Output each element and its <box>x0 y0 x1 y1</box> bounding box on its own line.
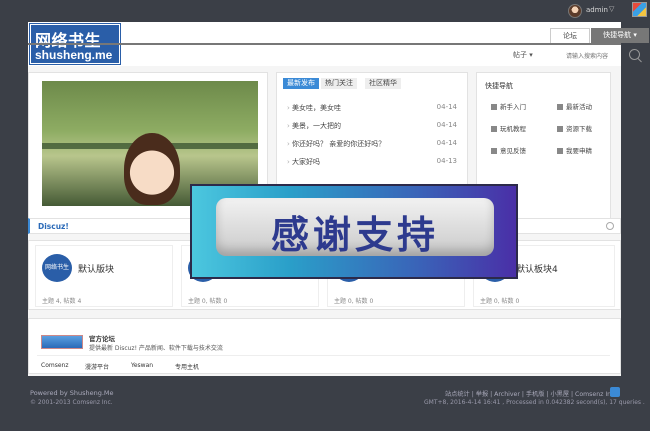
list-item[interactable]: › 美景，一大把的 04-14 <box>287 121 457 133</box>
news-date: 04-13 <box>436 157 457 165</box>
flag-icon <box>557 104 563 110</box>
quick-link-feedback[interactable]: 意见反馈 <box>491 145 526 155</box>
list-item[interactable]: › 你还好吗？ 亲爱的你还好吗？ 04-14 <box>287 139 457 151</box>
forum-stats: 主题 0, 帖数 0 <box>480 298 520 305</box>
logo-english-text: shusheng.me <box>35 48 113 62</box>
download-icon <box>557 126 563 132</box>
overlay-text: 感谢支持 <box>270 213 439 257</box>
search-input[interactable] <box>566 50 616 62</box>
search-type-select[interactable]: 帖子 ▾ <box>513 50 563 62</box>
forum-stats: 主题 0, 帖数 0 <box>188 298 228 305</box>
tab-forum[interactable]: 论坛 <box>550 28 590 43</box>
nav-divider <box>28 43 621 45</box>
official-forum-title[interactable]: 官方论坛 <box>89 333 115 343</box>
tab-hot[interactable]: 热门关注 <box>321 78 357 89</box>
username-link[interactable]: admin <box>586 6 608 14</box>
site-header: 网络书生 shusheng.me 论坛 快捷导航 ▾ 帖子 ▾ <box>28 22 649 66</box>
top-bar: admin ▽ <box>0 0 650 22</box>
news-title[interactable]: 大家好吗 <box>292 158 320 166</box>
list-item[interactable]: › 大家好吗 04-13 <box>287 157 457 169</box>
tab-quick-nav[interactable]: 快捷导航 ▾ <box>591 28 649 43</box>
chevron-down-icon[interactable]: ▽ <box>609 5 614 13</box>
news-date: 04-14 <box>436 139 457 147</box>
friend-link[interactable]: 漫游平台 <box>85 362 109 371</box>
quick-link-apply[interactable]: 我要申精 <box>557 145 592 155</box>
forum-name[interactable]: 默认版块 <box>78 262 114 275</box>
quick-nav-title: 快捷导航 <box>485 82 513 90</box>
news-title[interactable]: 美女哇，美女哇 <box>292 104 341 112</box>
forum-logo: 网络书生 <box>42 254 72 282</box>
avatar[interactable] <box>568 4 582 18</box>
news-title[interactable]: 你还好吗？ 亲爱的你还好吗？ <box>292 140 385 148</box>
thanks-overlay-banner: 感谢支持 <box>190 184 518 279</box>
book-icon <box>491 126 497 132</box>
shield-icon[interactable] <box>610 387 620 397</box>
official-forum-logo[interactable] <box>41 335 83 349</box>
news-title[interactable]: 美景，一大把的 <box>292 122 341 130</box>
search-icon[interactable] <box>629 49 640 60</box>
quick-link-events[interactable]: 最新活动 <box>557 101 592 111</box>
overlay-button: 感谢支持 <box>216 198 494 257</box>
news-date: 04-14 <box>436 121 457 129</box>
section-title[interactable]: Discuz! <box>38 222 69 231</box>
photo-subject <box>124 133 180 205</box>
app-corner-icon[interactable] <box>632 2 647 17</box>
footer-links[interactable]: 站点统计 | 举报 | Archiver | 手机版 | 小黑屋 | Comse… <box>445 389 616 398</box>
friend-link[interactable]: 专用主机 <box>175 362 199 371</box>
quick-link-tutorial[interactable]: 玩机教程 <box>491 123 526 133</box>
friend-links-panel: 官方论坛 提供最新 Discuz! 产品新闻、软件下载与技术交流 Comsenz… <box>28 318 621 374</box>
user-icon <box>491 104 497 110</box>
news-date: 04-14 <box>436 103 457 111</box>
edit-icon <box>557 148 563 154</box>
quick-link-download[interactable]: 资源下载 <box>557 123 592 133</box>
forum-board[interactable]: 网络书生 默认版块 主题 4, 帖数 4 <box>35 245 173 307</box>
list-item[interactable]: › 美女哇，美女哇 04-14 <box>287 103 457 115</box>
forum-name[interactable]: 默认板块4 <box>516 262 558 275</box>
quick-link-newbie[interactable]: 新手入门 <box>491 101 526 111</box>
friend-link[interactable]: Comsenz <box>41 362 68 369</box>
collapse-toggle-icon[interactable] <box>606 222 614 230</box>
tab-latest[interactable]: 最新发布 <box>283 78 319 89</box>
footer-powered[interactable]: Powered by Shusheng.Me <box>30 389 114 397</box>
forum-stats: 主题 4, 帖数 4 <box>42 298 82 305</box>
footer-copyright: © 2001-2013 Comsenz Inc. <box>30 399 113 406</box>
official-forum-desc: 提供最新 Discuz! 产品新闻、软件下载与技术交流 <box>89 345 223 352</box>
footer-info: GMT+8, 2016-4-14 16:41 , Processed in 0.… <box>424 399 645 406</box>
chat-icon <box>491 148 497 154</box>
tab-digest[interactable]: 社区精华 <box>365 78 401 89</box>
divider <box>37 355 610 356</box>
forum-stats: 主题 0, 帖数 0 <box>334 298 374 305</box>
friend-link[interactable]: Yeswan <box>131 362 153 369</box>
